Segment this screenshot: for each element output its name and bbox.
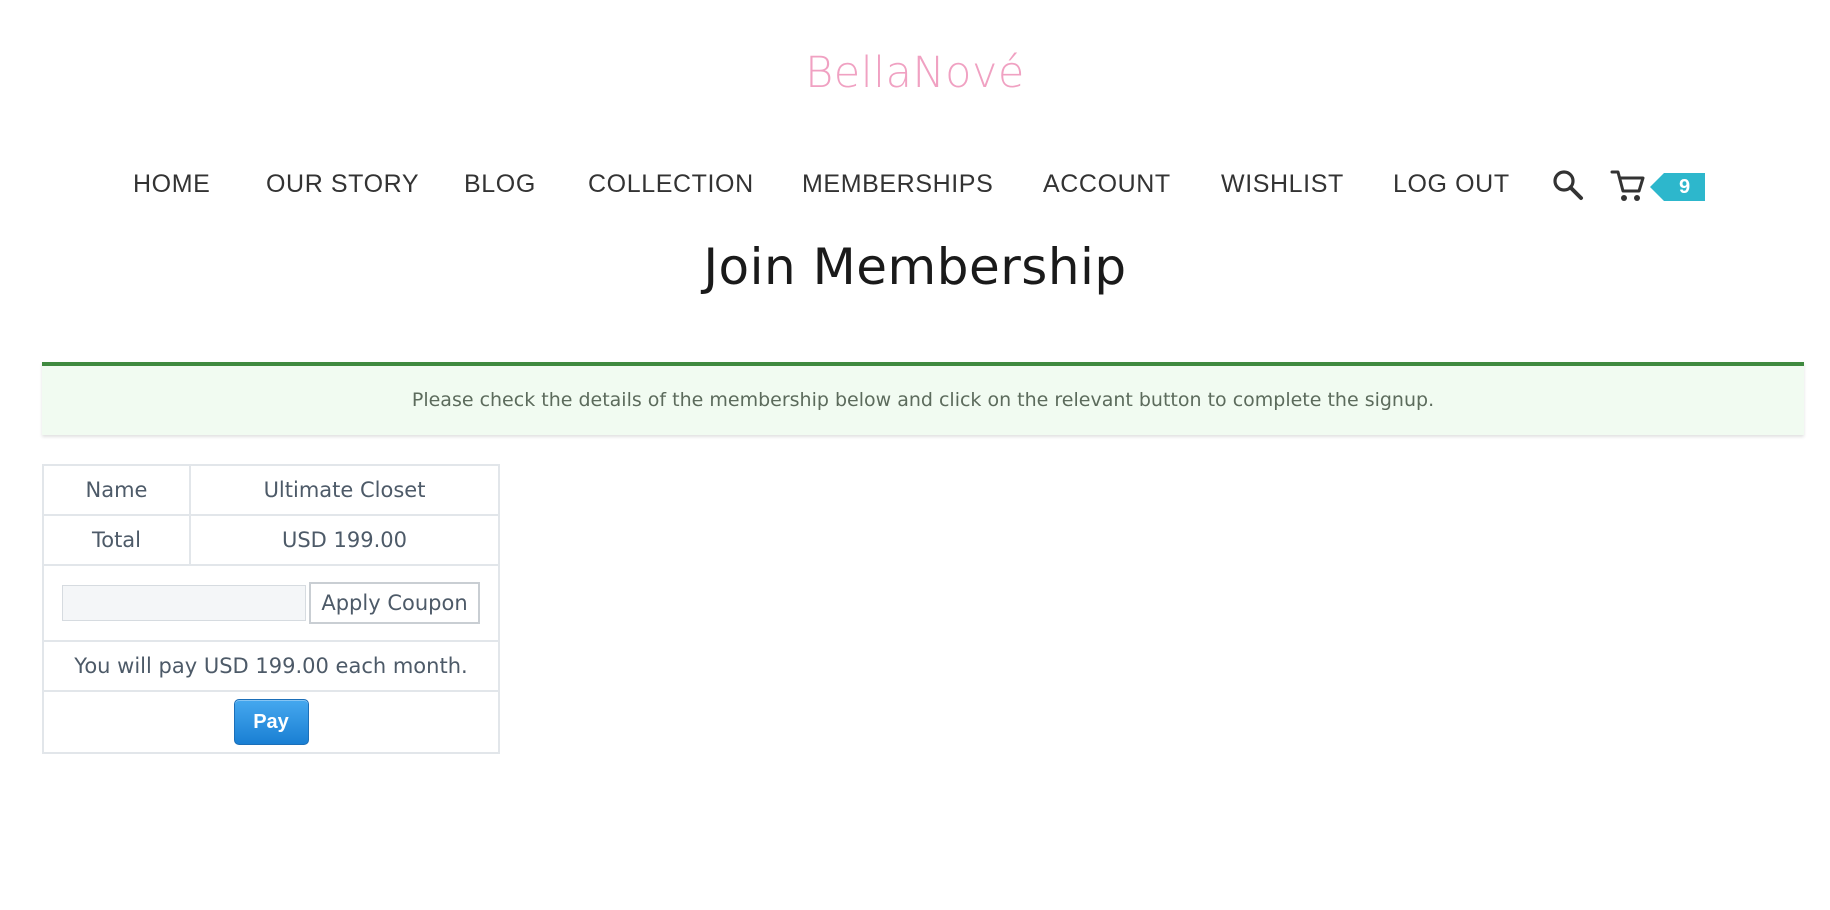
- membership-name: Ultimate Closet: [189, 464, 500, 516]
- nav-item-our-story[interactable]: OUR STORY: [266, 170, 419, 199]
- nav-item-blog[interactable]: BLOG: [464, 170, 536, 199]
- site-logo[interactable]: BellaNové: [0, 48, 1830, 98]
- name-label: Name: [42, 464, 191, 516]
- table-row: Pay: [42, 690, 500, 754]
- search-icon[interactable]: [1551, 168, 1585, 207]
- main-nav: HOME OUR STORY BLOG COLLECTION MEMBERSHI…: [0, 164, 1830, 208]
- table-row: Apply Coupon: [42, 564, 500, 642]
- page-title: Join Membership: [703, 238, 1127, 296]
- nav-item-memberships[interactable]: MEMBERSHIPS: [802, 170, 993, 199]
- nav-item-collection[interactable]: COLLECTION: [588, 170, 754, 199]
- pay-button[interactable]: Pay: [233, 699, 309, 745]
- table-row: Total USD 199.00: [42, 514, 500, 566]
- signup-notice: Please check the details of the membersh…: [42, 362, 1804, 435]
- cart-icon[interactable]: [1610, 168, 1646, 209]
- coupon-cell: Apply Coupon: [42, 564, 500, 642]
- pay-cell: Pay: [42, 690, 500, 754]
- nav-item-home[interactable]: HOME: [133, 170, 210, 199]
- apply-coupon-button[interactable]: Apply Coupon: [309, 582, 480, 624]
- nav-item-log-out[interactable]: LOG OUT: [1393, 170, 1510, 199]
- membership-total: USD 199.00: [189, 514, 500, 566]
- total-label: Total: [42, 514, 191, 566]
- membership-summary-table: Name Ultimate Closet Total USD 199.00 Ap…: [42, 464, 500, 754]
- table-row: You will pay USD 199.00 each month.: [42, 640, 500, 692]
- cart-count-badge[interactable]: 9: [1650, 173, 1705, 201]
- nav-item-account[interactable]: ACCOUNT: [1043, 170, 1171, 199]
- coupon-input[interactable]: [62, 585, 307, 621]
- payment-summary-text: You will pay USD 199.00 each month.: [42, 640, 500, 692]
- nav-item-wishlist[interactable]: WISHLIST: [1221, 170, 1344, 199]
- table-row: Name Ultimate Closet: [42, 464, 500, 516]
